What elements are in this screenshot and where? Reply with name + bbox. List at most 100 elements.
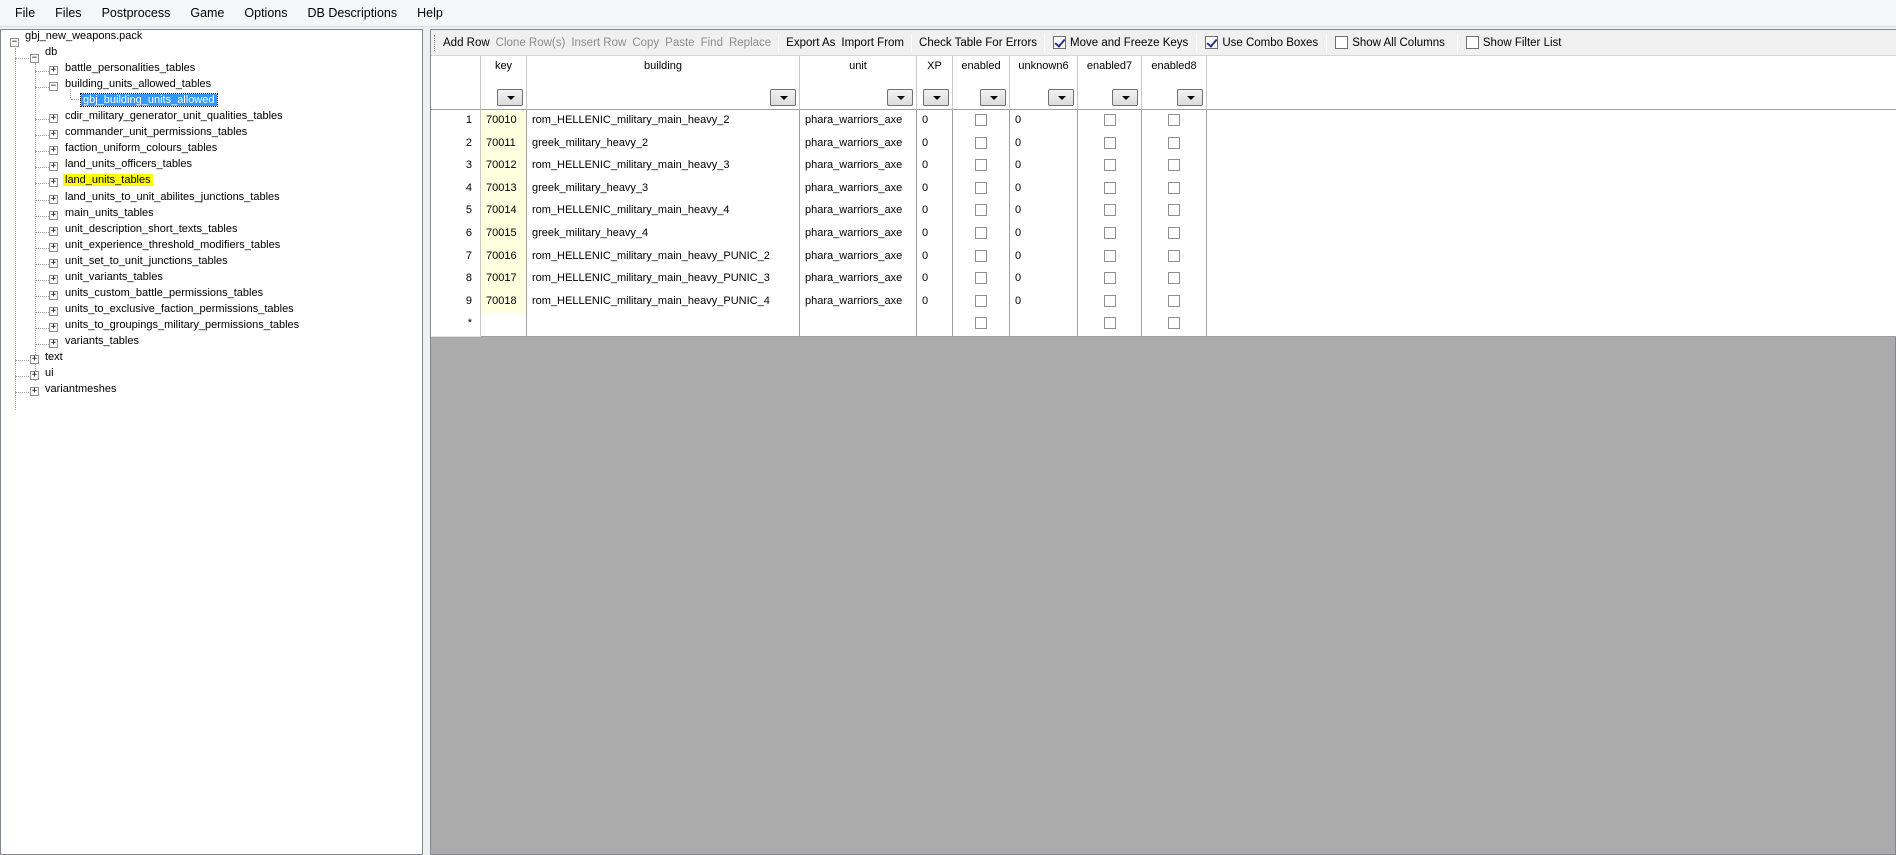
cell-enabled8[interactable] [1142,290,1207,315]
panel-splitter[interactable] [423,29,430,855]
enabled7-checkbox[interactable] [1103,114,1116,126]
show-all-columns-checkbox[interactable] [1335,36,1349,49]
new-row-cell[interactable] [1142,313,1207,337]
expand-icon[interactable]: + [49,146,58,155]
expand-icon[interactable]: + [49,130,58,139]
tree-node-land_units_officers_tables[interactable]: land_units_officers_tables [63,156,194,172]
cell-key[interactable]: 70012 [481,155,527,179]
expand-icon[interactable]: + [49,114,58,123]
tree-node-text[interactable]: text [43,349,65,365]
collapse-icon[interactable]: − [49,82,58,91]
enabled7-checkbox[interactable] [1103,294,1116,307]
cell-enabled7[interactable] [1078,290,1142,315]
show-filter-list-toggle[interactable]: Show Filter List [1462,36,1566,49]
enabled8-checkbox[interactable] [1168,159,1180,172]
insert-row-button[interactable]: Insert Row [568,32,629,54]
column-header-unknown6[interactable]: unknown6 [1010,56,1078,110]
enabled8-checkbox[interactable] [1168,227,1180,239]
cell-enabled8[interactable] [1142,132,1207,157]
cell-building[interactable]: rom_HELLENIC_military_main_heavy_3 [527,155,800,179]
cell-building[interactable]: greek_military_heavy_2 [527,132,800,157]
expand-icon[interactable]: + [30,371,39,380]
enabled8-checkbox[interactable] [1168,181,1180,194]
enabled7-checkbox[interactable] [1103,249,1116,262]
column-header-xp[interactable]: XP [917,56,953,110]
cell-enabled7[interactable] [1078,177,1142,202]
cell-enabled[interactable] [953,177,1010,202]
cell-unit[interactable]: phara_warriors_axe [800,177,917,202]
enabled7-checkbox[interactable] [1103,181,1116,194]
enabled-checkbox[interactable] [975,227,987,239]
enabled8-checkbox[interactable] [1168,136,1180,149]
cell-building[interactable]: rom_HELLENIC_military_main_heavy_2 [527,110,800,134]
enabled7-checkbox[interactable] [1103,136,1116,149]
filter-dropdown-icon[interactable] [1177,89,1203,106]
expand-icon[interactable]: + [49,66,58,75]
cell-unknown6[interactable]: 0 [1010,132,1078,157]
enabled8-checkbox[interactable] [1168,249,1180,262]
menu-postprocess[interactable]: Postprocess [92,0,181,27]
tree-node-cdir_military_generator_unit_qualities_tables[interactable]: cdir_military_generator_unit_qualities_t… [63,108,285,124]
cell-enabled[interactable] [953,290,1010,315]
cell-unit[interactable]: phara_warriors_axe [800,132,917,157]
tree-node-units_to_exclusive_faction_permissions_tables[interactable]: units_to_exclusive_faction_permissions_t… [63,301,296,317]
menu-help[interactable]: Help [407,0,453,27]
tree-node-land_units_to_unit_abilites_junctions_tables[interactable]: land_units_to_unit_abilites_junctions_ta… [63,189,282,205]
filter-dropdown-icon[interactable] [1048,89,1074,106]
enabled8-checkbox[interactable] [1168,272,1180,285]
expand-icon[interactable]: + [49,211,58,220]
enabled8-checkbox[interactable] [1168,114,1180,126]
tree-node-unit_set_to_unit_junctions_tables[interactable]: unit_set_to_unit_junctions_tables [63,253,230,269]
tree-node-variants_tables[interactable]: variants_tables [63,333,141,349]
tree-node-ui[interactable]: ui [43,365,56,381]
cell-unknown6[interactable]: 0 [1010,245,1078,270]
cell-unit[interactable]: phara_warriors_axe [800,110,917,134]
enabled7-checkbox[interactable] [1103,159,1116,172]
menu-game[interactable]: Game [180,0,234,27]
move-freeze-keys-toggle[interactable]: Move and Freeze Keys [1049,36,1192,49]
cell-unknown6[interactable]: 0 [1010,223,1078,247]
expand-icon[interactable]: + [30,387,39,396]
cell-key[interactable]: 70014 [481,200,527,224]
enabled-checkbox[interactable] [975,249,987,262]
cell-enabled7[interactable] [1078,200,1142,224]
new-row-cell[interactable] [953,313,1010,337]
cell-unknown6[interactable]: 0 [1010,177,1078,202]
cell-unknown6[interactable]: 0 [1010,200,1078,224]
cell-enabled8[interactable] [1142,155,1207,179]
new-row-cell[interactable] [917,313,953,337]
cell-building[interactable]: rom_HELLENIC_military_main_heavy_4 [527,200,800,224]
cell-key[interactable]: 70018 [481,290,527,315]
cell-xp[interactable]: 0 [917,200,953,224]
cell-enabled8[interactable] [1142,177,1207,202]
cell-enabled7[interactable] [1078,155,1142,179]
expand-icon[interactable]: + [49,323,58,332]
filter-dropdown-icon[interactable] [923,89,949,106]
cell-enabled7[interactable] [1078,223,1142,247]
column-header-enabled8[interactable]: enabled8 [1142,56,1207,110]
tree-node-units_custom_battle_permissions_tables[interactable]: units_custom_battle_permissions_tables [63,285,265,301]
new-row-cell[interactable] [1207,313,1896,337]
cell-key[interactable]: 70015 [481,223,527,247]
expand-icon[interactable]: + [49,275,58,284]
enabled7-checkbox[interactable] [1103,204,1116,217]
filter-dropdown-icon[interactable] [1112,89,1138,106]
cell-unit[interactable]: phara_warriors_axe [800,290,917,315]
enabled8-checkbox[interactable] [1168,204,1180,217]
cell-unit[interactable]: phara_warriors_axe [800,223,917,247]
tree-node-main_units_tables[interactable]: main_units_tables [63,205,156,221]
cell-enabled[interactable] [953,110,1010,134]
check-table-errors-button[interactable]: Check Table For Errors [916,32,1040,54]
clone-rows-button[interactable]: Clone Row(s) [493,32,569,54]
tree-node-units_to_groupings_military_permissions_tables[interactable]: units_to_groupings_military_permissions_… [63,317,301,333]
toolbar-grip[interactable] [434,34,437,51]
cell-xp[interactable]: 0 [917,132,953,157]
new-row-cell[interactable] [527,313,800,337]
cell-unit[interactable]: phara_warriors_axe [800,155,917,179]
tree-node-unit_description_short_texts_tables[interactable]: unit_description_short_texts_tables [63,221,239,237]
cell-xp[interactable]: 0 [917,155,953,179]
tree-node-battle_personalities_tables[interactable]: battle_personalities_tables [63,60,197,76]
cell-xp[interactable]: 0 [917,110,953,134]
show-filter-list-checkbox[interactable] [1465,36,1479,49]
enabled-checkbox[interactable] [975,181,987,194]
